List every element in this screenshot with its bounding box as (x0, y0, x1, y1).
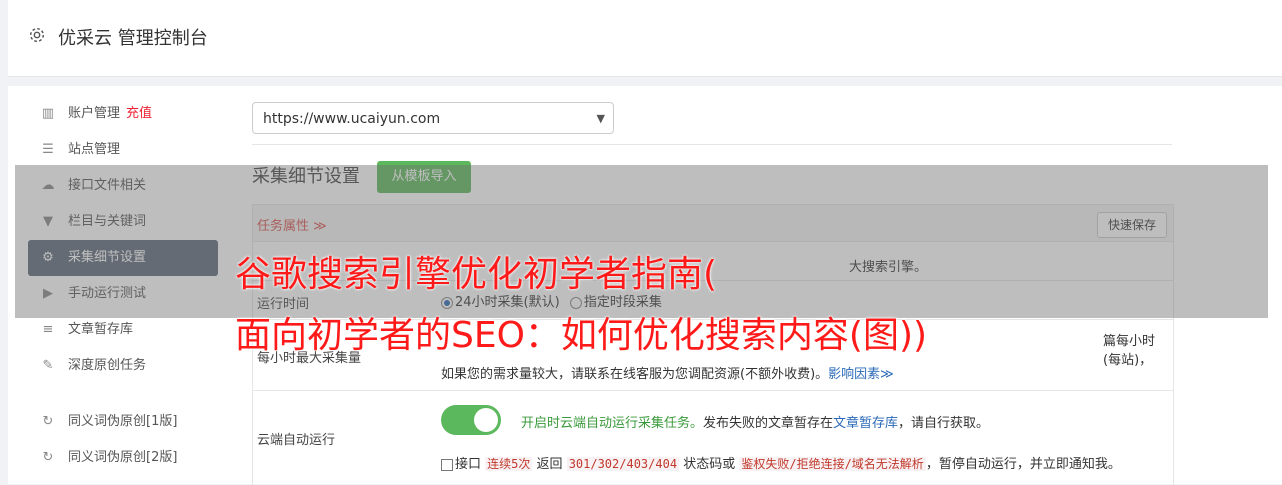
overlay-headline-1: 谷歌搜索引擎优化初学者指南( (235, 254, 718, 295)
bar-chart-icon: ▥ (41, 106, 55, 121)
site-select-value: https://www.ucaiyun.com (263, 111, 441, 127)
tag-consecutive: 连续5次 (485, 457, 533, 471)
cloud-run-label: 云端自动运行 (257, 433, 336, 448)
cloud-run-desc: 开启时云端自动运行采集任务。发布失败的文章暂存在文章暂存库，请自行获取。 (521, 412, 989, 431)
pause-rule: 接口 连续5次 返回 301/302/403/404 状态码或 鉴权失败/拒绝连… (441, 453, 1121, 472)
sidebar-item-label: 同义词伪原创[1版] (68, 414, 178, 429)
recharge-link[interactable]: 充值 (126, 106, 152, 121)
toggle-knob (474, 408, 498, 432)
pause-text-b: 返回 (536, 457, 563, 472)
gear-icon (29, 27, 45, 43)
pause-checkbox[interactable] (441, 458, 453, 471)
cloud-run-desc-mid: 发布失败的文章暂存在 (703, 416, 834, 431)
edit-icon: ✎ (42, 358, 54, 373)
top-header: 优采云 管理控制台 (8, 0, 1282, 77)
sidebar-item-label: 站点管理 (68, 142, 121, 157)
cloud-run-desc-end: ，请自行获取。 (898, 416, 990, 431)
sidebar-item-label: 深度原创任务 (68, 358, 147, 373)
database-icon: ≡ (42, 322, 54, 337)
sidebar-item-account[interactable]: ▥ 账户管理 充值 (28, 96, 218, 132)
server-icon: ☰ (42, 142, 54, 157)
refresh-icon: ↻ (42, 450, 54, 465)
pause-text-d: ，暂停自动运行，并立即通知我。 (925, 457, 1121, 472)
factor-link[interactable]: 影响因素≫ (828, 367, 894, 382)
tag-errors: 鉴权失败/拒绝连接/域名无法解析 (739, 457, 926, 471)
max-collect-note-text: 如果您的需求量较大，请联系在线客服为您调配资源(不额外收费)。 (441, 367, 829, 382)
max-collect-note: 如果您的需求量较大，请联系在线客服为您调配资源(不额外收费)。影响因素≫ (441, 363, 894, 382)
pause-text-a: 接口 (455, 457, 482, 472)
sidebar-item-label: 文章暂存库 (68, 322, 134, 337)
console-title: 优采云 管理控制台 (58, 28, 208, 49)
pause-text-c: 状态码或 (683, 457, 736, 472)
site-select[interactable]: https://www.ucaiyun.com ▼ (252, 102, 614, 134)
sidebar-item-deep-original[interactable]: ✎ 深度原创任务 (28, 348, 218, 384)
sidebar-item-synonym-v1[interactable]: ↻ 同义词伪原创[1版] (28, 404, 218, 440)
sidebar-item-sites[interactable]: ☰ 站点管理 (28, 132, 218, 168)
refresh-icon: ↻ (42, 414, 54, 429)
sidebar-item-label: 同义词伪原创[2版] (68, 450, 178, 465)
chevron-down-icon: ▼ (596, 112, 605, 125)
max-collect-suffix: 篇每小时(每站)， (1103, 334, 1156, 368)
cloud-run-row: 云端自动运行 开启时云端自动运行采集任务。发布失败的文章暂存在文章暂存库，请自行… (253, 391, 1173, 485)
sidebar-item-label: 账户管理 (68, 106, 121, 121)
cloud-run-toggle[interactable] (441, 405, 501, 435)
tag-status-codes: 301/302/403/404 (566, 457, 680, 471)
overlay-headline-2: 面向初学者的SEO：如何优化搜索内容(图)) (235, 315, 928, 356)
article-store-link[interactable]: 文章暂存库 (833, 416, 898, 431)
sidebar-item-synonym-v2[interactable]: ↻ 同义词伪原创[2版] (28, 440, 218, 476)
divider (252, 144, 1172, 145)
cloud-run-desc-green: 开启时云端自动运行采集任务。 (521, 416, 704, 431)
